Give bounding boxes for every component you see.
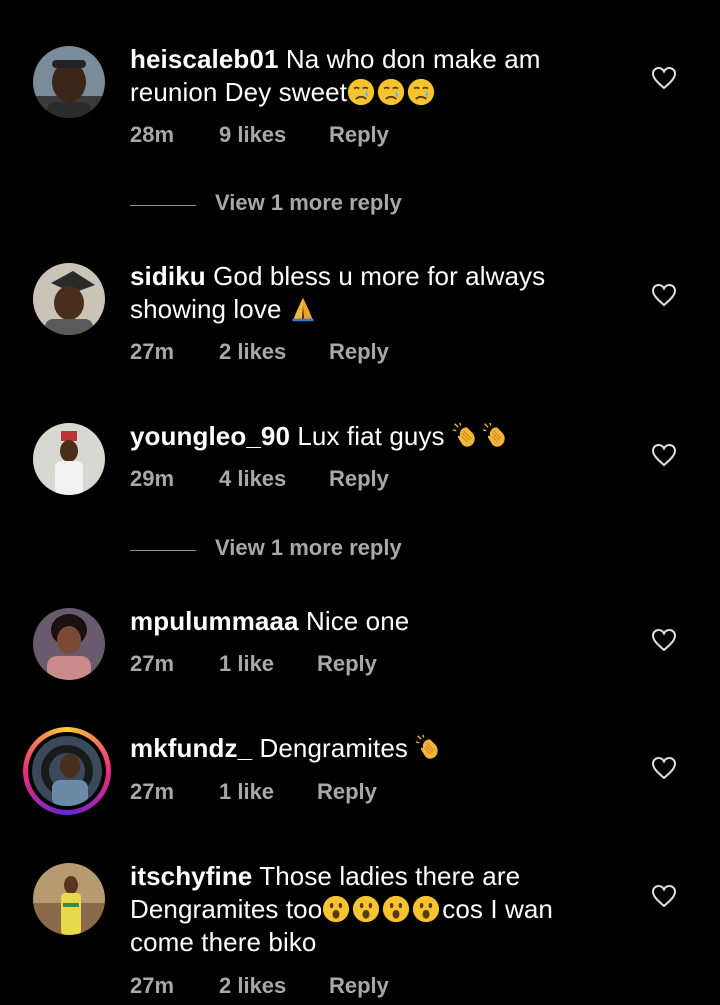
avatar[interactable] bbox=[33, 423, 105, 495]
avatar-with-story-ring[interactable] bbox=[23, 727, 111, 815]
heart-icon[interactable] bbox=[651, 884, 677, 908]
avatar[interactable] bbox=[33, 263, 105, 335]
comment-text: heiscaleb01 Na who don make am reunion D… bbox=[130, 43, 610, 109]
username[interactable]: mpulummaaa bbox=[130, 606, 299, 636]
like-count[interactable]: 2 likes bbox=[219, 973, 286, 999]
heart-icon[interactable] bbox=[651, 443, 677, 467]
comment-time: 27m bbox=[130, 973, 175, 998]
comment-body: Dengramites bbox=[259, 733, 408, 763]
reply-button[interactable]: Reply bbox=[317, 779, 377, 805]
username[interactable]: mkfundz_ bbox=[130, 733, 252, 763]
comment-time: 27m bbox=[130, 339, 175, 364]
astonished-face-icon bbox=[412, 895, 440, 923]
avatar-inner bbox=[28, 732, 106, 810]
reply-button[interactable]: Reply bbox=[329, 339, 389, 365]
clapping-hands-icon bbox=[415, 734, 443, 762]
divider bbox=[130, 205, 196, 206]
view-more-replies-label[interactable]: View 1 more reply bbox=[215, 190, 402, 216]
astonished-face-icon bbox=[382, 895, 410, 923]
reply-button[interactable]: Reply bbox=[317, 651, 377, 677]
comment-text: sidiku God bless u more for always showi… bbox=[130, 260, 610, 326]
crying-face-icon bbox=[377, 78, 405, 106]
comment-text: mkfundz_ Dengramites bbox=[130, 732, 610, 765]
like-count[interactable]: 9 likes bbox=[219, 122, 286, 148]
crying-face-icon bbox=[347, 78, 375, 106]
like-count[interactable]: 4 likes bbox=[219, 466, 286, 492]
comment-time: 28m bbox=[130, 122, 175, 147]
view-more-replies[interactable]: View 1 more reply bbox=[130, 190, 530, 220]
astonished-face-icon bbox=[322, 895, 350, 923]
comment-body: Lux fiat guys bbox=[297, 421, 445, 451]
comment-time: 27m bbox=[130, 651, 175, 676]
comment-time: 29m bbox=[130, 466, 175, 491]
view-more-replies[interactable]: View 1 more reply bbox=[130, 535, 530, 565]
like-count[interactable]: 1 like bbox=[219, 651, 274, 677]
comment-body: Nice one bbox=[305, 606, 410, 636]
heart-icon[interactable] bbox=[651, 283, 677, 307]
reply-button[interactable]: Reply bbox=[329, 466, 389, 492]
heart-icon[interactable] bbox=[651, 628, 677, 652]
astonished-face-icon bbox=[352, 895, 380, 923]
avatar[interactable] bbox=[33, 46, 105, 118]
view-more-replies-label[interactable]: View 1 more reply bbox=[215, 535, 402, 561]
divider bbox=[130, 550, 196, 551]
avatar[interactable] bbox=[33, 608, 105, 680]
folded-hands-icon bbox=[289, 295, 317, 323]
comment-text: youngleo_90 Lux fiat guys bbox=[130, 420, 610, 453]
username[interactable]: sidiku bbox=[130, 261, 206, 291]
reply-button[interactable]: Reply bbox=[329, 122, 389, 148]
avatar[interactable] bbox=[33, 863, 105, 935]
heart-icon[interactable] bbox=[651, 756, 677, 780]
username[interactable]: youngleo_90 bbox=[130, 421, 290, 451]
comment-time: 27m bbox=[130, 779, 175, 804]
crying-face-icon bbox=[407, 78, 435, 106]
clapping-hands-icon bbox=[482, 422, 510, 450]
comment-text: mpulummaaa Nice one bbox=[130, 605, 610, 638]
username[interactable]: itschyfine bbox=[130, 861, 252, 891]
heart-icon[interactable] bbox=[651, 66, 677, 90]
username[interactable]: heiscaleb01 bbox=[130, 44, 279, 74]
like-count[interactable]: 2 likes bbox=[219, 339, 286, 365]
reply-button[interactable]: Reply bbox=[329, 973, 389, 999]
like-count[interactable]: 1 like bbox=[219, 779, 274, 805]
clapping-hands-icon bbox=[452, 422, 480, 450]
comment-text: itschyfine Those ladies there are Dengra… bbox=[130, 860, 610, 959]
